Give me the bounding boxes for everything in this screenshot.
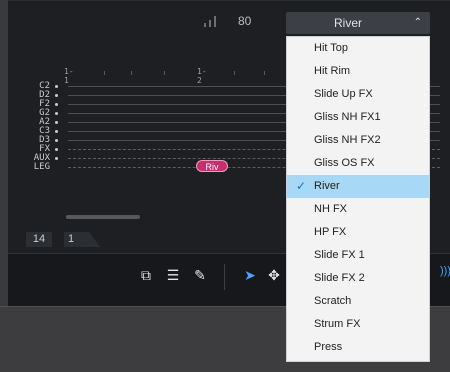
ruler-tick [264, 71, 265, 75]
flag-number: 1 [64, 232, 100, 247]
menu-item[interactable]: Scratch [287, 290, 429, 313]
row-dot [55, 121, 58, 124]
menu-item-label: Slide Up FX [314, 88, 373, 100]
menu-item-label: NH FX [314, 203, 347, 215]
ruler-mark: 1-2 [197, 67, 207, 85]
row-dot [55, 94, 58, 97]
menu-item[interactable]: Gliss OS FX [287, 152, 429, 175]
menu-item-label: Gliss NH FX2 [314, 134, 381, 146]
articulation-note[interactable]: Riv [196, 160, 228, 172]
menu-item[interactable]: Slide Up FX [287, 83, 429, 106]
menu-item-label: Hit Top [314, 42, 349, 54]
menu-item[interactable]: Press [287, 336, 429, 359]
articulation-menu: Hit Top Hit Rim Slide Up FX Gliss NH FX1… [286, 36, 430, 362]
menu-item-label: Scratch [314, 295, 352, 307]
menu-item-label: Strum FX [314, 318, 361, 330]
articulation-select-value: River [333, 16, 362, 30]
horizontal-scrollbar[interactable] [66, 215, 140, 219]
menu-item[interactable]: Hit Rim [287, 60, 429, 83]
menu-item-label: Hit Rim [314, 65, 351, 77]
menu-item[interactable]: Hit Top [287, 37, 429, 60]
menu-item[interactable]: Slide FX 2 [287, 267, 429, 290]
menu-item[interactable]: Strum FX [287, 313, 429, 336]
move-icon[interactable]: ✥ [264, 265, 284, 285]
chevron-up-icon: ⌃ [413, 17, 422, 28]
menu-item-label: River [314, 180, 340, 192]
row-dot [55, 112, 58, 115]
row-dot [55, 85, 58, 88]
pointer-icon[interactable]: ➤ [240, 265, 260, 285]
ruler-tick [104, 71, 105, 75]
menu-item[interactable]: HP FX [287, 221, 429, 244]
menu-item-label: Slide FX 1 [314, 249, 365, 261]
bar-number: 14 [26, 232, 52, 247]
ruler-tick [164, 71, 165, 75]
ruler-mark: 1-1 [64, 67, 74, 85]
menu-item-label: Gliss NH FX1 [314, 111, 381, 123]
menu-item-selected[interactable]: ✓ River [287, 175, 429, 198]
row-label: LEG [33, 162, 50, 172]
menu-item-label: Gliss OS FX [314, 157, 375, 169]
velocity-value[interactable]: 80 [238, 14, 251, 28]
toolbar-separator [224, 264, 225, 290]
menu-item-label: Press [314, 341, 343, 353]
signal-icon: ))) [440, 265, 450, 277]
list-icon[interactable]: ☰ [163, 265, 183, 285]
articulation-select[interactable]: River ⌃ [286, 12, 430, 34]
row-dot [55, 157, 58, 160]
edit-icon[interactable]: ✎ [190, 265, 210, 285]
row-dot [55, 103, 58, 106]
row-dot [55, 130, 58, 133]
menu-item[interactable]: Gliss NH FX1 [287, 106, 429, 129]
ruler-tick [234, 71, 235, 75]
row-dot [55, 139, 58, 142]
copy-icon[interactable]: ⧉ [136, 265, 156, 285]
ruler-tick [131, 71, 132, 75]
row-dot [55, 148, 58, 151]
menu-item[interactable]: Slide FX 1 [287, 244, 429, 267]
velocity-icon [204, 15, 222, 27]
menu-item-label: HP FX [314, 226, 347, 238]
menu-item[interactable]: NH FX [287, 198, 429, 221]
menu-item[interactable]: Gliss NH FX2 [287, 129, 429, 152]
checkmark-icon: ✓ [296, 179, 307, 193]
menu-item-label: Slide FX 2 [314, 272, 365, 284]
